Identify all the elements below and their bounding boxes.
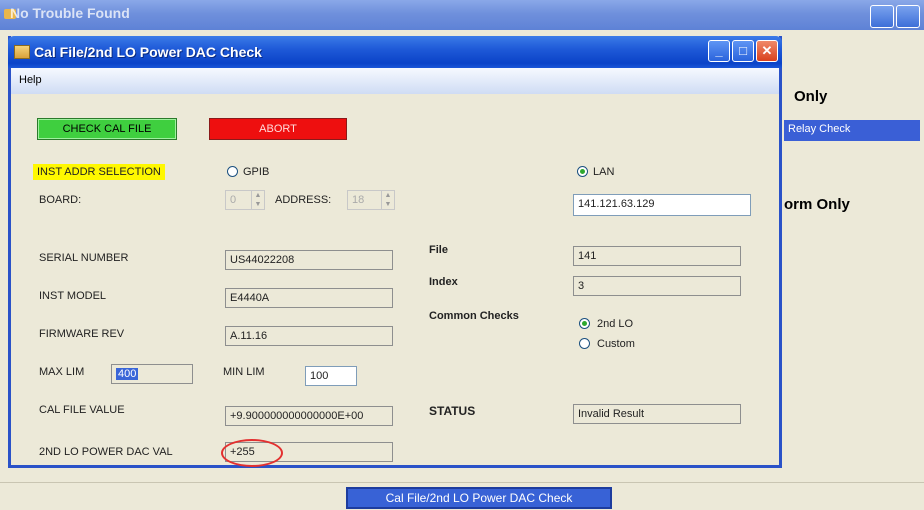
lan-label: LAN (593, 166, 615, 178)
max-lim-value: 400 (116, 368, 139, 380)
maximize-icon[interactable] (896, 5, 920, 28)
spinner-arrows-icon[interactable]: ▲ ▼ (251, 191, 264, 209)
max-lim-label: MAX LIM (39, 366, 85, 378)
minimize-icon[interactable] (870, 5, 894, 28)
background-window-title: No Trouble Found (10, 5, 130, 21)
separator (0, 482, 924, 483)
lan-address-input[interactable]: 141.121.63.129 (573, 194, 751, 216)
cal-file-dialog: Cal File/2nd LO Power DAC Check _ □ ✕ He… (8, 36, 782, 468)
min-lim-input[interactable]: 100 (305, 366, 357, 386)
radio-2nd-lo[interactable] (579, 318, 590, 329)
board-value: 0 (230, 194, 237, 206)
radio-custom-label: Custom (597, 338, 635, 350)
radio-custom[interactable] (579, 338, 590, 349)
check-cal-file-button[interactable]: CHECK CAL FILE (37, 118, 177, 140)
index-label: Index (429, 276, 458, 288)
radio-2nd-lo-label: 2nd LO (597, 318, 634, 330)
menu-help[interactable]: Help (19, 74, 42, 86)
app-icon (14, 45, 30, 59)
inst-model-field: E4440A (225, 288, 393, 308)
address-label: ADDRESS: (275, 194, 332, 206)
background-label-form-only: orm Only (784, 196, 850, 213)
background-window-titlebar: No Trouble Found (0, 0, 924, 30)
taskbar-button[interactable]: Cal File/2nd LO Power DAC Check (346, 487, 612, 509)
annotation-circle (221, 439, 283, 467)
inst-model-label: INST MODEL (39, 290, 107, 302)
file-label: File (429, 244, 448, 256)
address-spinner[interactable]: 18 ▲ ▼ (347, 190, 395, 210)
serial-number-field: US44022208 (225, 250, 393, 270)
firmware-rev-field: A.11.16 (225, 326, 393, 346)
cal-file-value-label: CAL FILE VALUE (39, 404, 125, 416)
file-field: 141 (573, 246, 741, 266)
firmware-rev-label: FIRMWARE REV (39, 328, 125, 340)
min-lim-label: MIN LIM (223, 366, 265, 378)
minimize-icon[interactable]: _ (708, 40, 730, 62)
status-label: STATUS (429, 404, 476, 418)
menu-bar: Help (11, 68, 779, 94)
relay-check-item[interactable]: Relay Check (784, 120, 920, 141)
lan-radio[interactable] (577, 166, 588, 177)
max-lim-field[interactable]: 400 (111, 364, 193, 384)
board-label: BOARD: (39, 194, 82, 206)
gpib-radio[interactable] (227, 166, 238, 177)
maximize-icon[interactable]: □ (732, 40, 754, 62)
dac-val-label: 2ND LO POWER DAC VAL (39, 446, 173, 458)
address-value: 18 (352, 194, 365, 206)
dialog-titlebar: Cal File/2nd LO Power DAC Check _ □ ✕ (8, 36, 782, 68)
status-field: Invalid Result (573, 404, 741, 424)
common-checks-label: Common Checks (429, 310, 519, 322)
serial-number-label: SERIAL NUMBER (39, 252, 129, 264)
dialog-title: Cal File/2nd LO Power DAC Check (34, 44, 262, 60)
abort-button[interactable]: ABORT (209, 118, 347, 140)
background-label-only: Only (794, 88, 828, 105)
cal-file-value-field: +9.900000000000000E+00 (225, 406, 393, 426)
spinner-arrows-icon[interactable]: ▲ ▼ (381, 191, 394, 209)
inst-addr-selection-label: INST ADDR SELECTION (33, 164, 165, 180)
gpib-label: GPIB (243, 166, 270, 178)
close-icon[interactable]: ✕ (756, 40, 778, 62)
board-spinner[interactable]: 0 ▲ ▼ (225, 190, 265, 210)
index-field: 3 (573, 276, 741, 296)
